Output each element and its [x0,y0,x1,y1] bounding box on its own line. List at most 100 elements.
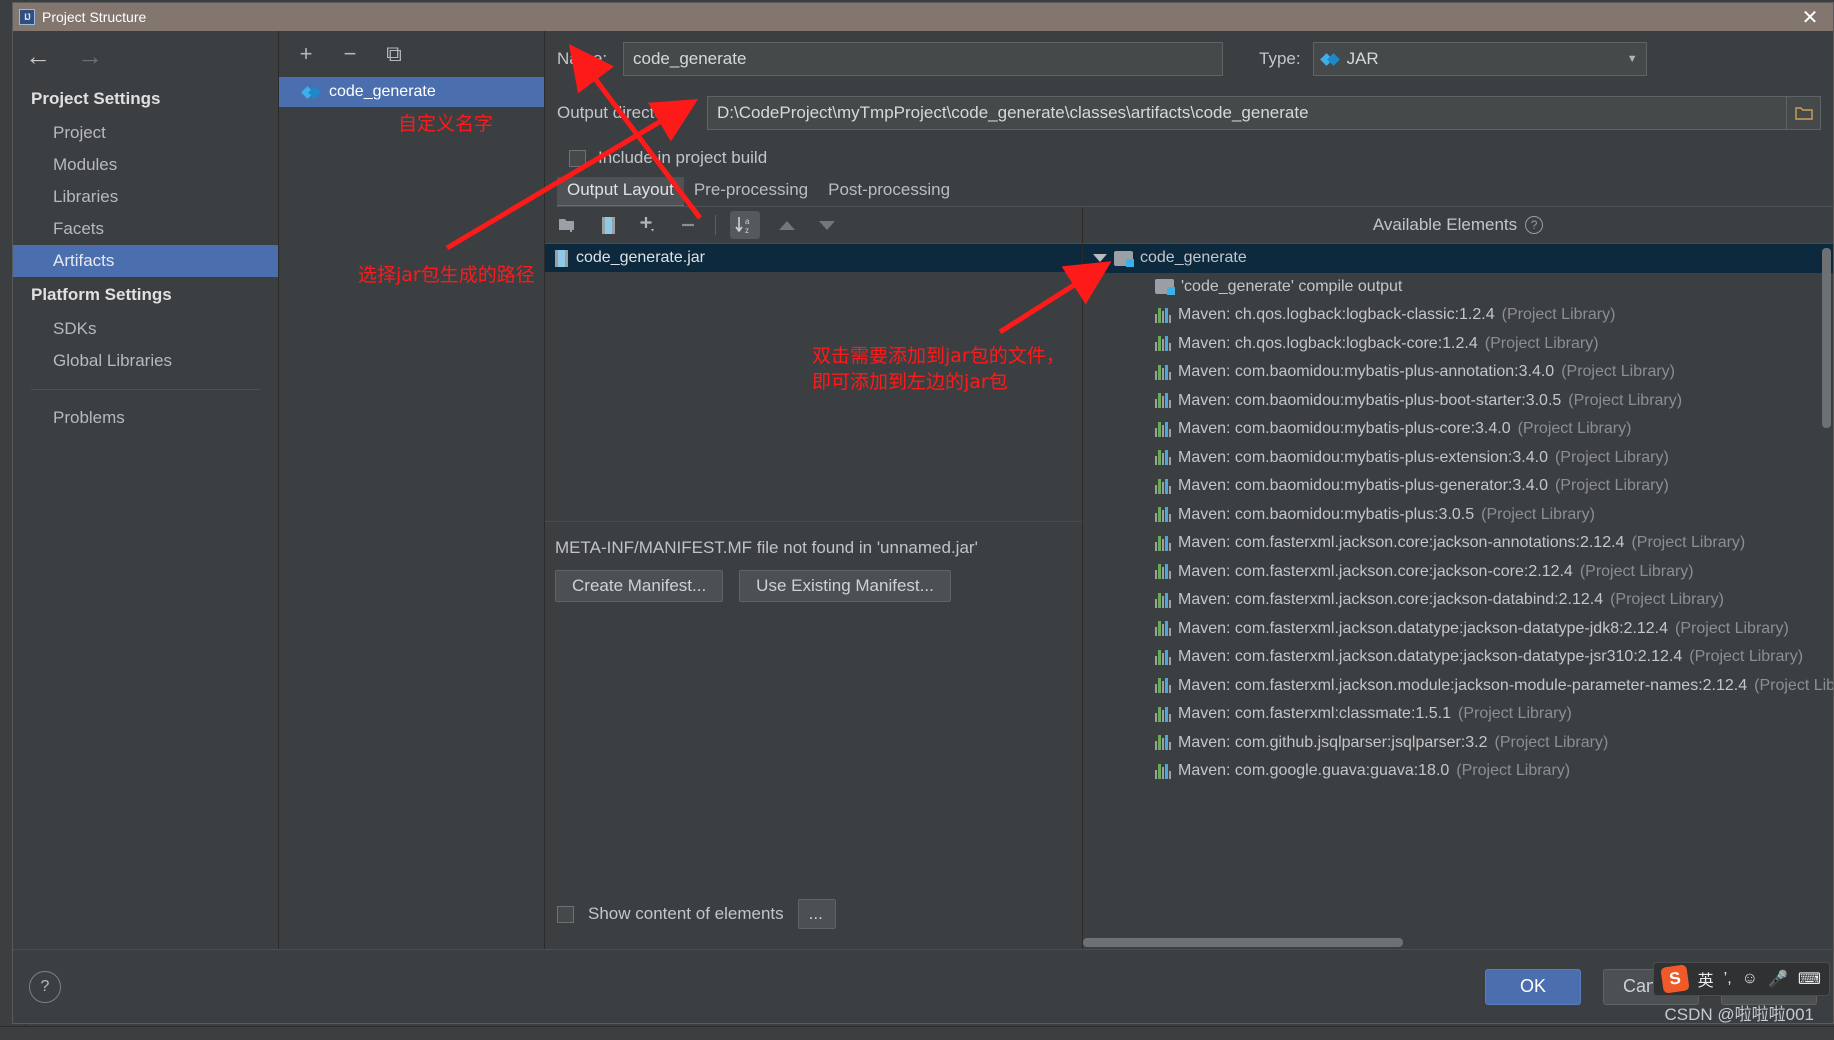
artifact-name-input[interactable]: code_generate [623,42,1223,76]
available-elements-title: Available Elements [1372,215,1518,234]
sidebar-item-libraries[interactable]: Libraries [13,181,278,213]
available-element-row[interactable]: Maven: com.baomidou:mybatis-plus:3.0.5 (P… [1083,501,1833,530]
ime-keyboard-icon[interactable]: ⌨ [1798,969,1821,989]
type-label: Type: [1259,49,1301,68]
available-element-row[interactable]: Maven: com.fasterxml.jackson.core:jackso… [1083,529,1833,558]
library-icon [1155,706,1172,722]
available-element-row[interactable]: Maven: com.fasterxml.jackson.core:jackso… [1083,558,1833,587]
available-element-row[interactable]: code_generate [1083,244,1833,273]
available-element-label: Maven: com.baomidou:mybatis-plus-core:3.… [1178,420,1511,438]
ime-mode-label[interactable]: 英 [1698,967,1714,991]
available-element-scope: (Project Library) [1610,591,1724,609]
sidebar-item-problems[interactable]: Problems [13,402,278,434]
library-icon [1155,535,1172,551]
available-element-row[interactable]: Maven: com.github.jsqlparser:jsqlparser:… [1083,729,1833,758]
create-directory-button[interactable] [555,212,581,238]
artifact-item-label: code_generate [329,83,436,100]
move-down-button[interactable] [814,212,840,238]
sidebar-item-artifacts[interactable]: Artifacts [13,245,278,277]
tab-post-processing[interactable]: Post-processing [818,177,960,207]
available-element-scope: (Project Library) [1517,420,1632,438]
create-archive-button[interactable] [595,212,621,238]
artifact-type-select[interactable]: JAR ▼ [1312,42,1647,76]
add-artifact-button[interactable]: + [293,41,319,67]
available-element-scope: (Project Library) [1561,363,1676,381]
available-element-scope: (Project Library) [1481,505,1595,523]
available-element-row[interactable]: Maven: com.baomidou:mybatis-plus-core:3.… [1083,415,1833,444]
available-element-row[interactable]: Maven: com.fasterxml:classmate:1.5.1 (Pro… [1083,700,1833,729]
close-icon[interactable]: ✕ [1793,4,1827,30]
ok-button[interactable]: OK [1485,968,1581,1005]
create-manifest-button[interactable]: Create Manifest... [555,570,724,602]
output-directory-input[interactable]: D:\CodeProject\myTmpProject\code_generat… [707,96,1787,130]
show-content-options-button[interactable]: ... [797,899,836,929]
available-elements-list[interactable]: code_generate 'code_generate' compile out… [1083,243,1833,949]
library-icon [1155,592,1172,608]
add-copy-of-button[interactable] [635,212,661,238]
show-content-checkbox[interactable] [557,905,574,923]
available-element-row[interactable]: Maven: com.fasterxml.jackson.datatype:ja… [1083,615,1833,644]
layout-panes: a z code_generate.jar META-INF/MANIFEST.… [545,207,1833,949]
module-folder-icon [1155,279,1175,296]
library-icon [1155,678,1172,694]
library-icon [1155,307,1172,323]
folder-browse-icon[interactable] [1787,96,1821,130]
ime-emoji-icon[interactable]: ☺ [1742,970,1758,988]
copy-artifact-button[interactable]: ⧉ [381,41,407,67]
available-element-row[interactable]: 'code_generate' compile output [1083,273,1833,302]
available-element-row[interactable]: Maven: ch.qos.logback:logback-classic:1.… [1083,301,1833,330]
move-up-button[interactable] [774,212,800,238]
available-element-scope: (Project Library) [1689,648,1804,666]
available-element-label: Maven: com.baomidou:mybatis-plus-boot-st… [1178,391,1562,409]
sidebar-item-facets[interactable]: Facets [13,213,278,245]
available-element-row[interactable]: Maven: com.google.guava:guava:18.0 (Proje… [1083,757,1833,786]
output-layout-tree-row[interactable]: code_generate.jar [545,244,1082,272]
available-element-label: Maven: com.fasterxml.jackson.core:jackso… [1178,562,1573,580]
artifact-item-code-generate[interactable]: code_generate [279,77,544,107]
tab-pre-processing[interactable]: Pre-processing [684,177,818,207]
available-element-row[interactable]: Maven: com.baomidou:mybatis-plus-boot-st… [1083,387,1833,416]
available-element-row[interactable]: Maven: com.fasterxml.jackson.module:jack… [1083,672,1833,701]
include-in-build-row[interactable]: Include in project build [545,139,1833,177]
available-element-row[interactable]: Maven: com.baomidou:mybatis-plus-generat… [1083,472,1833,501]
back-arrow-icon[interactable]: ← [25,43,51,69]
ime-punctuation-icon[interactable]: ’, [1724,970,1732,988]
available-element-label: 'code_generate' compile output [1181,277,1403,295]
output-directory-row: Output directory: D:\CodeProject\myTmpPr… [545,87,1833,139]
help-icon[interactable]: ? [1525,216,1544,234]
remove-artifact-button[interactable]: − [337,41,363,67]
library-icon [1155,564,1172,580]
ime-toolbar[interactable]: S 英 ’, ☺ 🎤 ⌨ [1652,962,1830,996]
chevron-down-icon: ▼ [1626,53,1638,65]
library-icon [1155,421,1172,437]
available-element-scope: (Project Library) [1554,477,1669,495]
available-element-label: Maven: com.baomidou:mybatis-plus:3.0.5 [1178,505,1475,523]
available-element-row[interactable]: Maven: com.fasterxml.jackson.core:jackso… [1083,586,1833,615]
sidebar-item-modules[interactable]: Modules [13,149,278,181]
available-element-scope: (Project Library) [1554,448,1669,466]
horizontal-scrollbar[interactable] [1083,938,1403,947]
available-element-row[interactable]: Maven: com.fasterxml.jackson.datatype:ja… [1083,643,1833,672]
available-element-label: Maven: com.github.jsqlparser:jsqlparser:… [1178,733,1488,751]
library-icon [1155,507,1172,523]
remove-element-button[interactable] [675,212,701,238]
vertical-scrollbar[interactable] [1822,248,1831,428]
project-structure-dialog: IJ Project Structure ✕ ← → Project Setti… [12,2,1834,1024]
sidebar-item-sdks[interactable]: SDKs [13,313,278,345]
library-icon [1155,763,1172,779]
include-in-build-checkbox[interactable] [569,149,586,167]
sidebar-item-global-libraries[interactable]: Global Libraries [13,345,278,377]
available-element-row[interactable]: Maven: ch.qos.logback:logback-core:1.2.4… [1083,330,1833,359]
forward-arrow-icon[interactable]: → [77,43,103,69]
tab-output-layout[interactable]: Output Layout [557,177,684,207]
available-element-label: Maven: com.baomidou:mybatis-plus-extensi… [1178,448,1548,466]
available-element-row[interactable]: Maven: com.baomidou:mybatis-plus-extensi… [1083,444,1833,473]
sort-by-name-button[interactable]: a z [730,211,760,239]
ime-microphone-icon[interactable]: 🎤 [1768,969,1788,989]
sidebar-divider [31,389,260,390]
help-icon[interactable]: ? [29,970,61,1003]
use-existing-manifest-button[interactable]: Use Existing Manifest... [739,570,951,602]
chevron-down-icon[interactable] [1093,254,1107,263]
sidebar-item-project[interactable]: Project [13,117,278,149]
available-element-row[interactable]: Maven: com.baomidou:mybatis-plus-annotat… [1083,358,1833,387]
